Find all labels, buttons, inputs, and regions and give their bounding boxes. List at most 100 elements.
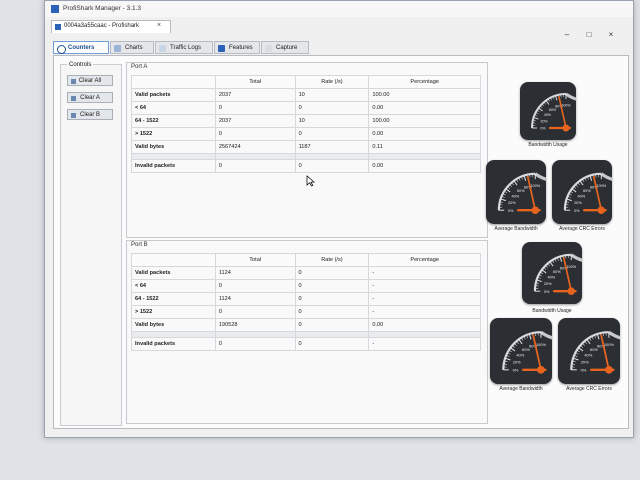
cell-total: 0	[214, 127, 296, 141]
gauge-needle	[532, 334, 542, 371]
clear-b-button[interactable]: Clear B	[67, 109, 113, 120]
log-icon	[159, 45, 166, 52]
gauge-dial: 0%20%40%60%80%100%	[563, 172, 623, 214]
cell-rate: 0	[294, 159, 370, 173]
cell-total: 1124	[214, 266, 296, 280]
row-label: 64 - 1522	[131, 292, 216, 306]
gauge-scale-label: 0%	[540, 127, 546, 131]
table-row: Invalid packets 0 0 -	[131, 337, 481, 351]
gauge-scale-label: 20%	[508, 201, 516, 205]
capture-icon	[265, 45, 272, 52]
row-label: 64 - 1522	[131, 114, 216, 128]
clear-all-button[interactable]: Clear All	[67, 75, 113, 86]
gauge-scale-label: 0%	[508, 209, 514, 213]
gauge-band	[570, 253, 593, 264]
clear-icon	[71, 96, 76, 101]
gauge-pivot	[567, 287, 575, 295]
gauge-needle	[558, 95, 567, 129]
gauge-scale-label: 100%	[604, 342, 615, 347]
row-label: Valid packets	[131, 88, 216, 102]
gauge-tick	[579, 180, 584, 186]
gauge-tick	[589, 175, 593, 181]
table-row: Valid packets 2037 10 100.00	[131, 88, 481, 102]
row-label: Invalid packets	[131, 337, 216, 351]
gauge-pivot	[597, 206, 606, 214]
gauge-scale-label: 100%	[561, 104, 571, 108]
cell-rate: 0	[294, 318, 370, 332]
average-crc-errors-gauge-a: 0% 20% 40% 60% 80% 100%	[552, 160, 623, 224]
document-tab[interactable]: 0004a3a55caac - Profishark ×	[51, 20, 171, 33]
header-empty	[131, 75, 216, 89]
clear-a-button[interactable]: Clear A	[67, 92, 113, 103]
gauge-label: Average CRC Errors	[566, 386, 612, 392]
features-icon	[218, 45, 225, 52]
gauge-scale-label: 40%	[548, 275, 556, 279]
table-row: 64 - 1522 2037 10 100.00	[131, 114, 481, 128]
gauge-tick	[541, 269, 547, 274]
counters-panel: Controls Clear All Clear A Clear B Port …	[53, 55, 632, 429]
header-total: Total	[214, 75, 296, 89]
gauge-label: Average Bandwidth	[499, 386, 543, 392]
gauge-pivot	[562, 124, 570, 132]
gauge-tick	[528, 333, 532, 340]
row-label: Invalid packets	[131, 159, 216, 173]
gauge-needle	[592, 175, 603, 212]
gauge-dial: 0%20%40%60%80%100%	[533, 253, 593, 295]
tab-charts[interactable]: Charts	[110, 41, 154, 54]
minimize-button[interactable]: –	[561, 29, 573, 41]
clock-icon	[57, 45, 66, 54]
gauge-tick	[505, 188, 511, 193]
tab-label: Features	[229, 45, 253, 51]
close-button[interactable]: ×	[605, 29, 617, 41]
gauge-tick	[518, 339, 523, 345]
cell-rate: 0	[294, 101, 370, 115]
table-row: Valid bytes 190528 0 0.00	[131, 318, 481, 332]
gauge-scale-label: 40%	[584, 353, 592, 358]
cell-percentage: 0.00	[368, 101, 481, 115]
gauge-tick	[555, 95, 558, 101]
gauge-scale-label: 60%	[517, 189, 525, 193]
average-bandwidth-gauge-a: 0% 20% 40% 60% 80% 100%	[486, 160, 557, 224]
gauge-scale-label: 100%	[530, 184, 540, 188]
gauge-label: Bandwidth Usage	[528, 142, 568, 148]
maximize-button[interactable]: □	[583, 29, 595, 41]
cell-total: 2037	[214, 114, 296, 128]
row-label: Valid bytes	[131, 140, 216, 154]
button-label: Clear B	[79, 112, 100, 118]
tab-counters[interactable]: Counters	[53, 41, 109, 54]
port-b-title: Port B	[131, 242, 148, 248]
gauge-scale-label: 0%	[544, 290, 550, 294]
controls-title: Controls	[67, 62, 94, 68]
cell-total: 1124	[214, 292, 296, 306]
gauge-label: Average CRC Errors	[559, 226, 605, 232]
tab-traffic-logs[interactable]: Traffic Logs	[155, 41, 213, 54]
cell-rate: 0	[294, 337, 370, 351]
gauge-scale-label: 40%	[511, 194, 519, 198]
cell-rate: 1187	[294, 140, 370, 154]
button-label: Clear All	[78, 78, 102, 84]
port-b-table: Total Rate (/s) Percentage Valid packets…	[131, 253, 481, 351]
gauge-tick	[510, 347, 516, 352]
bandwidth-usage-gauge-a: 0% 20% 40% 60% 80% 100%	[520, 82, 587, 140]
gauge-tick	[586, 339, 591, 345]
row-label: > 1522	[131, 127, 216, 141]
table-row: Valid packets 1124 0 -	[131, 266, 481, 280]
app-logo-icon	[51, 5, 59, 13]
port-a-table: Total Rate (/s) Percentage Valid packets…	[131, 75, 481, 173]
gauge-scale-label: 0%	[513, 367, 519, 372]
header-total: Total	[214, 253, 296, 267]
cell-total: 0	[214, 159, 296, 173]
gauge-scale-label: 40%	[577, 194, 585, 198]
tab-features[interactable]: Features	[214, 41, 260, 54]
close-icon[interactable]: ×	[157, 22, 161, 29]
gauge-needle	[526, 175, 537, 212]
app-window: ProfiShark Manager - 3.1.3 0004a3a55caac…	[44, 0, 634, 438]
gauge-tick	[500, 198, 506, 202]
gauge-scale-label: 40%	[516, 353, 524, 358]
document-tab-label: 0004a3a55caac - Profishark	[64, 23, 140, 29]
port-b-group: Port B Total Rate (/s) Percentage Valid …	[126, 240, 488, 424]
cell-total: 0	[214, 279, 296, 293]
gauge-scale-label: 60%	[553, 270, 561, 274]
cell-percentage: -	[368, 337, 481, 351]
tab-capture[interactable]: Capture	[261, 41, 309, 54]
